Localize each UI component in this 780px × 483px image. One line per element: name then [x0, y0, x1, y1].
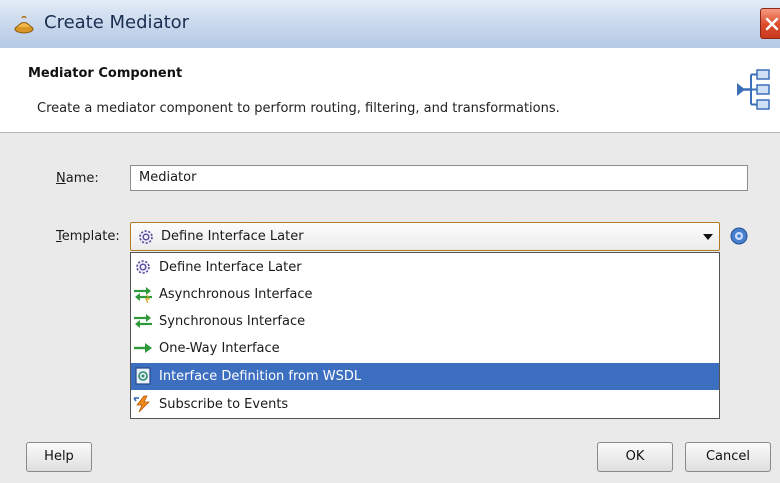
close-button[interactable]: [760, 8, 780, 39]
wsdl-icon: [135, 367, 151, 385]
template-dropdown-list: Define Interface Later Asynchronous Inte…: [130, 252, 720, 419]
dropdown-item-asynchronous[interactable]: Asynchronous Interface: [131, 281, 719, 308]
dropdown-item-subscribe-events[interactable]: Subscribe to Events: [131, 391, 719, 418]
chevron-down-icon[interactable]: [703, 234, 713, 240]
name-label: Name:: [56, 171, 99, 186]
header-panel: Mediator Component Create a mediator com…: [0, 48, 780, 133]
oracle-cup-icon: [14, 15, 34, 34]
event-lightning-icon: [133, 395, 150, 413]
help-icon[interactable]: [730, 227, 748, 245]
name-input[interactable]: Mediator: [130, 165, 748, 191]
dropdown-item-synchronous[interactable]: Synchronous Interface: [131, 308, 719, 335]
title-bar[interactable]: Create Mediator: [0, 0, 780, 48]
template-label: Template:: [56, 229, 120, 244]
cancel-button[interactable]: Cancel: [685, 442, 771, 472]
dropdown-item-wsdl[interactable]: Interface Definition from WSDL: [131, 363, 719, 390]
create-mediator-dialog: Create Mediator Mediator Component Creat…: [0, 0, 780, 483]
dropdown-item-define-later[interactable]: Define Interface Later: [131, 254, 719, 281]
help-button[interactable]: Help: [26, 442, 92, 472]
window-title: Create Mediator: [44, 12, 190, 33]
close-icon: [765, 17, 779, 31]
header-title: Mediator Component: [28, 66, 183, 81]
template-select[interactable]: Define Interface Later: [130, 222, 720, 251]
one-way-arrow-icon: [134, 343, 152, 353]
gear-icon: [139, 230, 153, 244]
ok-button[interactable]: OK: [597, 442, 673, 472]
async-interface-icon: [134, 287, 152, 303]
dropdown-item-one-way[interactable]: One-Way Interface: [131, 335, 719, 362]
gear-icon: [136, 260, 150, 274]
mediator-icon: [737, 69, 770, 110]
header-description: Create a mediator component to perform r…: [37, 101, 560, 116]
sync-interface-icon: [134, 314, 152, 328]
template-selected-value: Define Interface Later: [161, 229, 304, 244]
